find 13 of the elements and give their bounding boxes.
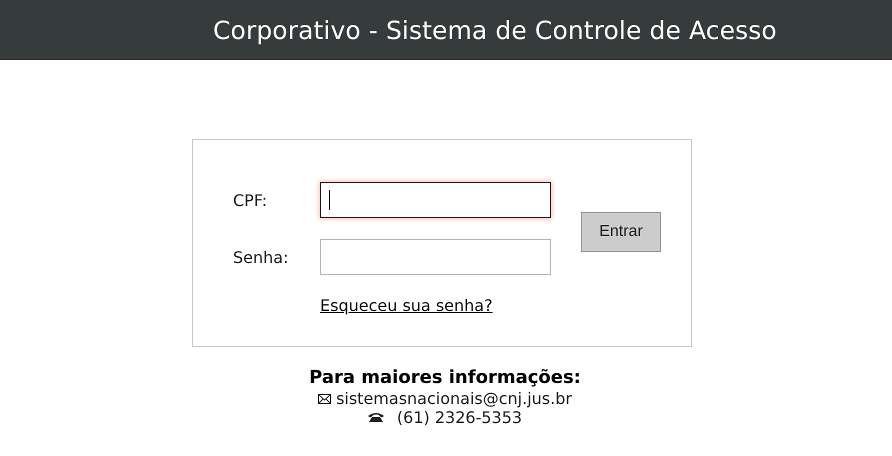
submit-button[interactable]: Entrar	[581, 212, 661, 252]
field-label: CPF:	[233, 190, 268, 210]
page-title: Corporativo - Sistema de Controle de Acesso	[213, 16, 777, 44]
field-label: Senha:	[233, 248, 290, 266]
contact-phone: (61) 2326-5353	[396, 408, 522, 427]
password-field[interactable]	[320, 239, 551, 275]
text-cursor	[329, 190, 330, 210]
contact-email: sistemasnacionais@cnj.jus.br	[336, 389, 572, 408]
contact-heading: Para maiores informações:	[309, 367, 581, 389]
forgot-password-link[interactable]: Esqueceu sua senha?	[320, 296, 493, 315]
envelope-icon	[318, 394, 332, 404]
phone-icon	[368, 412, 384, 423]
cpf-field[interactable]	[320, 182, 551, 218]
